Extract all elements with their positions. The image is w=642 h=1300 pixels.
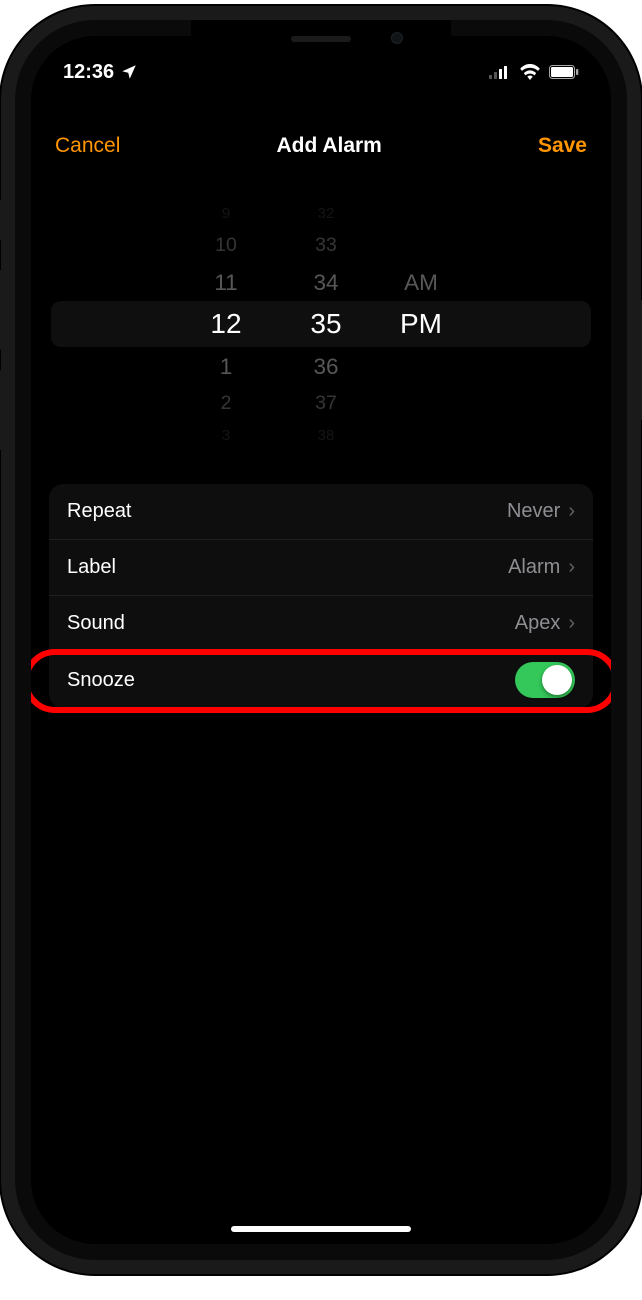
location-arrow-icon	[120, 63, 138, 81]
chevron-right-icon: ›	[568, 500, 575, 523]
repeat-row[interactable]: Repeat Never ›	[49, 484, 593, 540]
time-picker[interactable]: 9 10 11 12 1 2 3 32 33 34 35 36 37 38	[41, 184, 601, 464]
sound-row[interactable]: Sound Apex ›	[49, 596, 593, 652]
speaker-grille	[291, 36, 351, 42]
repeat-label: Repeat	[67, 500, 507, 523]
minute-column[interactable]: 32 33 34 35 36 37 38	[276, 184, 376, 464]
save-button[interactable]: Save	[538, 134, 587, 158]
toggle-knob	[542, 665, 572, 695]
snooze-row[interactable]: Snooze	[49, 652, 593, 708]
battery-icon	[549, 65, 579, 79]
mute-switch	[0, 200, 2, 240]
alarm-settings-list: Repeat Never › Label Alarm › Sound Apex …	[49, 484, 593, 708]
chevron-right-icon: ›	[568, 556, 575, 579]
repeat-value: Never	[507, 500, 560, 523]
label-row[interactable]: Label Alarm ›	[49, 540, 593, 596]
volume-up-button	[0, 270, 2, 350]
home-indicator[interactable]	[231, 1226, 411, 1232]
nav-bar: Cancel Add Alarm Save	[31, 100, 611, 172]
screen: 12:36 Cancel Add Alarm Save 9 10 11 12	[31, 36, 611, 1244]
wifi-icon	[519, 64, 541, 80]
ampm-column[interactable]: AM PM	[376, 184, 466, 464]
label-label: Label	[67, 556, 508, 579]
notch	[191, 20, 451, 58]
chevron-right-icon: ›	[568, 612, 575, 635]
label-value: Alarm	[508, 556, 560, 579]
hour-column[interactable]: 9 10 11 12 1 2 3	[176, 184, 276, 464]
volume-down-button	[0, 370, 2, 450]
page-title: Add Alarm	[276, 134, 381, 158]
iphone-frame: 12:36 Cancel Add Alarm Save 9 10 11 12	[15, 20, 627, 1260]
snooze-toggle[interactable]	[515, 662, 575, 698]
cellular-icon	[489, 65, 511, 79]
sound-label: Sound	[67, 612, 515, 635]
sound-value: Apex	[515, 612, 561, 635]
status-time: 12:36	[63, 61, 114, 84]
snooze-label: Snooze	[67, 669, 515, 692]
front-camera	[391, 32, 403, 44]
cancel-button[interactable]: Cancel	[55, 134, 120, 158]
